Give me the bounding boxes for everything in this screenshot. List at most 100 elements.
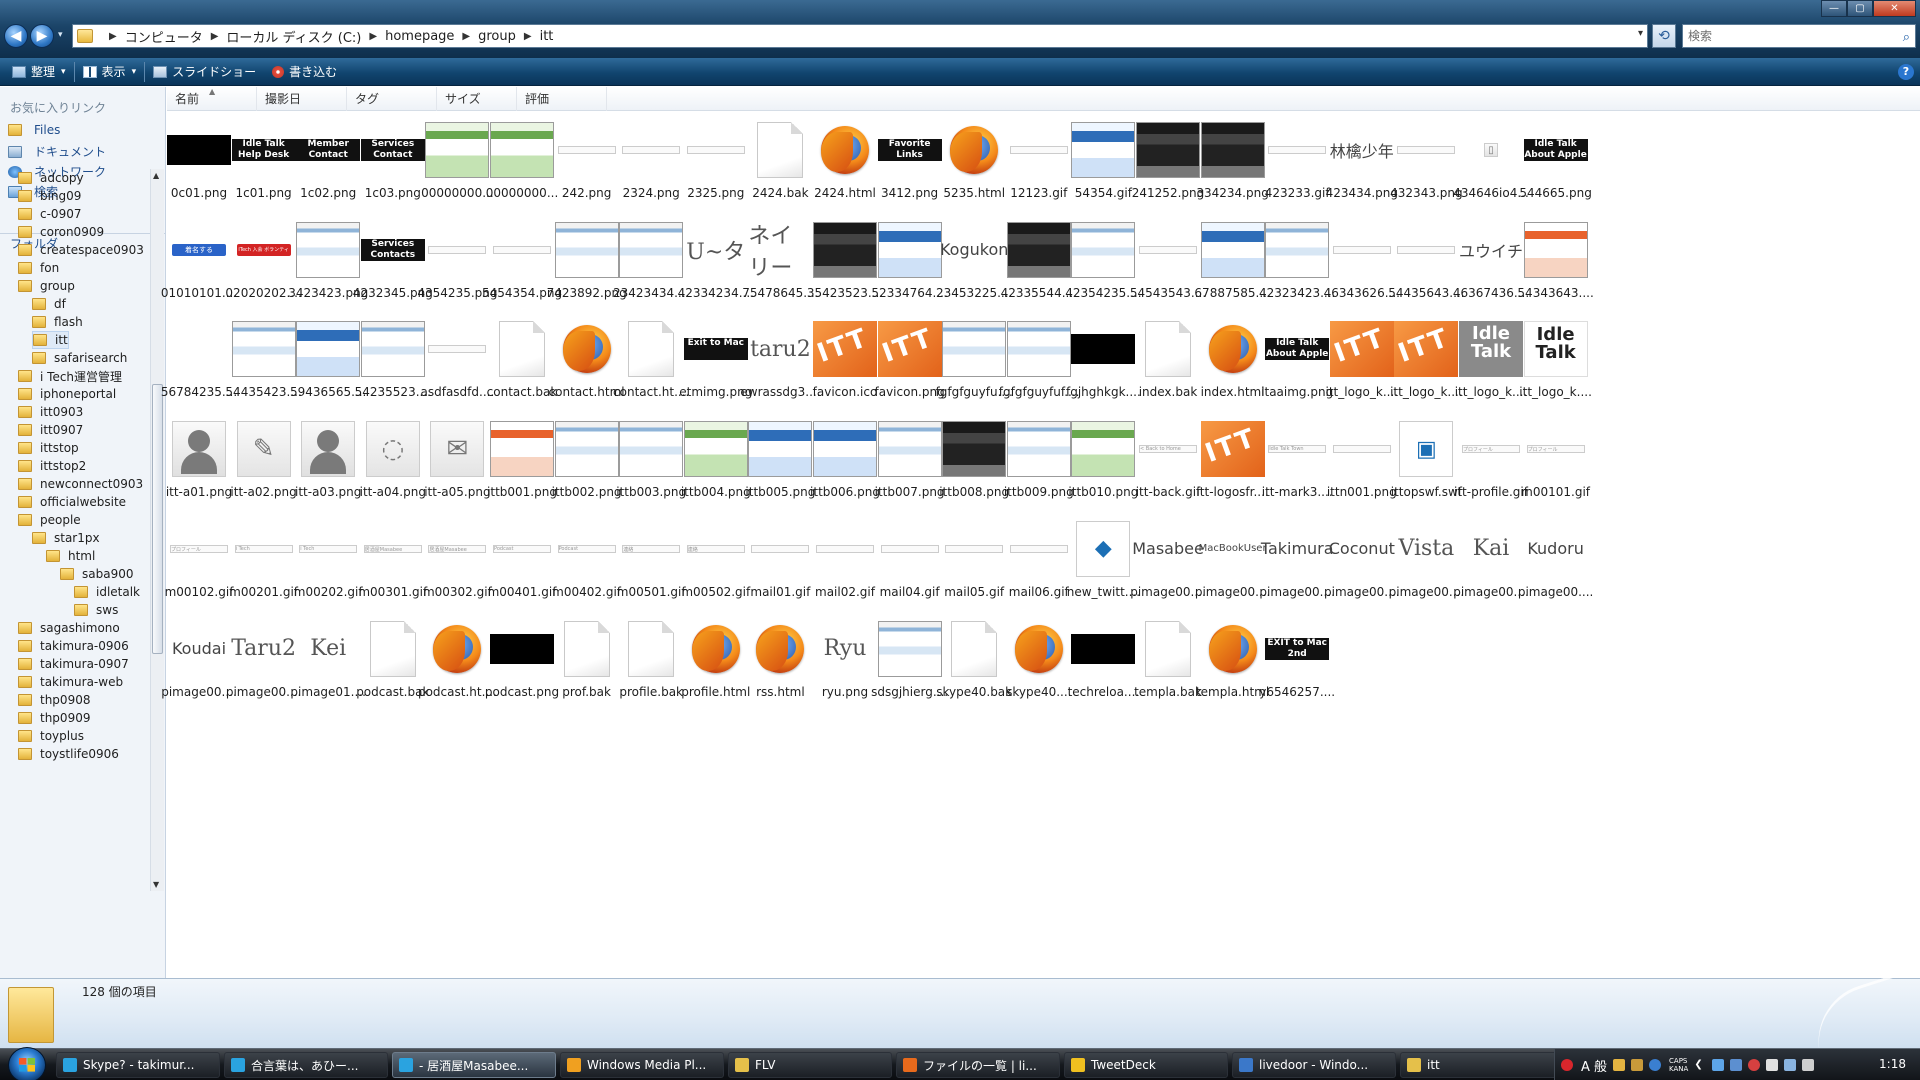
- scroll-down-icon[interactable]: ▼: [153, 880, 159, 889]
- folder-tree-item[interactable]: toyplus: [18, 727, 84, 745]
- chevron-right-icon[interactable]: ▶: [211, 31, 219, 42]
- burn-button[interactable]: 書き込む: [264, 60, 345, 84]
- folder-tree-item[interactable]: newconnect0903: [18, 475, 143, 493]
- image-thumbnail: ✎: [236, 421, 291, 478]
- file-item[interactable]: 54343643....: [1516, 212, 1596, 312]
- search-input[interactable]: 検索 ⌕: [1682, 24, 1916, 48]
- slideshow-button[interactable]: スライドショー: [145, 60, 264, 84]
- volume-icon[interactable]: [1802, 1059, 1815, 1071]
- ime-indicator[interactable]: A 般: [1581, 1056, 1607, 1075]
- antivirus-icon[interactable]: [1748, 1059, 1761, 1071]
- column-header-name[interactable]: 名前 ▲: [167, 87, 257, 111]
- heart-icon[interactable]: [1561, 1059, 1573, 1071]
- folder-tree-item[interactable]: iphoneportal: [18, 385, 116, 403]
- taskbar-button[interactable]: TweetDeck: [1064, 1052, 1228, 1078]
- image-thumbnail: [1009, 146, 1068, 154]
- folder-tree-item[interactable]: group: [18, 277, 75, 295]
- start-button[interactable]: [8, 1047, 46, 1080]
- folder-tree-item[interactable]: coron0909: [18, 223, 104, 241]
- folder-tree-item[interactable]: thp0908: [18, 691, 90, 709]
- taskbar-button[interactable]: itt: [1400, 1052, 1564, 1078]
- maximize-button[interactable]: ▢: [1847, 0, 1873, 17]
- folder-tree-item[interactable]: takimura-0906: [18, 637, 129, 655]
- folder-tree-item[interactable]: star1px: [32, 529, 100, 547]
- views-button[interactable]: 表示 ▾: [75, 60, 145, 84]
- chevron-right-icon[interactable]: ▶: [462, 31, 470, 42]
- folder-tree-item[interactable]: takimura-web: [18, 673, 123, 691]
- folder-tree-item[interactable]: saba900: [60, 565, 133, 583]
- taskbar-button[interactable]: - 居酒屋Masabee...: [392, 1052, 556, 1078]
- folder-tree-item[interactable]: thp0909: [18, 709, 90, 727]
- back-button[interactable]: ◀: [4, 24, 28, 48]
- taskbar-button[interactable]: Skype? - takimur...: [56, 1052, 220, 1078]
- favorite-link-documents[interactable]: ドキュメント: [8, 143, 106, 160]
- tray-arrow-icon[interactable]: ❮: [1694, 1059, 1706, 1071]
- chevron-right-icon[interactable]: ▶: [524, 31, 532, 42]
- folder-tree-item[interactable]: adcopy: [18, 169, 84, 187]
- folder-tree-item[interactable]: createspace0903: [18, 241, 144, 259]
- refresh-button[interactable]: ⟲: [1652, 24, 1676, 48]
- update-icon[interactable]: [1766, 1059, 1779, 1071]
- image-thumbnail: [1139, 245, 1197, 254]
- file-item[interactable]: Idle Talk itt_logo_k....: [1516, 311, 1596, 411]
- organize-button[interactable]: 整理 ▾: [4, 60, 74, 84]
- folder-tree-item[interactable]: people: [18, 511, 81, 529]
- folder-tree-item[interactable]: itt0907: [18, 421, 83, 439]
- breadcrumb-group[interactable]: group: [478, 29, 516, 44]
- help-icon[interactable]: [1649, 1059, 1662, 1071]
- forward-button[interactable]: ▶: [30, 24, 54, 48]
- taskbar-button[interactable]: livedoor - Windo...: [1232, 1052, 1396, 1078]
- close-button[interactable]: ✕: [1873, 0, 1916, 17]
- folder-tree-item[interactable]: toystlife0906: [18, 745, 119, 763]
- taskbar-button[interactable]: FLV: [728, 1052, 892, 1078]
- help-icon[interactable]: ?: [1898, 64, 1914, 80]
- folder-tree-item[interactable]: html: [46, 547, 95, 565]
- folder-tree-item[interactable]: c-0907: [18, 205, 81, 223]
- folder-tree-item[interactable]: ittstop2: [18, 457, 86, 475]
- breadcrumb-homepage[interactable]: homepage: [385, 29, 454, 44]
- folder-tree-item[interactable]: idletalk: [74, 583, 140, 601]
- minimize-button[interactable]: —: [1821, 0, 1847, 17]
- address-field[interactable]: ▶ コンピュータ ▶ ローカル ディスク (C:) ▶ homepage ▶ g…: [72, 24, 1648, 48]
- breadcrumb-itt[interactable]: itt: [540, 29, 554, 44]
- column-header-date-taken[interactable]: 撮影日: [257, 87, 347, 111]
- network-icon[interactable]: [1712, 1059, 1725, 1071]
- taskbar-button[interactable]: Windows Media Pl...: [560, 1052, 724, 1078]
- folder-tree-item[interactable]: flash: [32, 313, 83, 331]
- folder-tree-item[interactable]: takimura-0907: [18, 655, 129, 673]
- taskbar-button[interactable]: 合言葉は、あひー...: [224, 1052, 388, 1078]
- folder-tree-item[interactable]: ittstop: [18, 439, 79, 457]
- recent-pages-dropdown[interactable]: ▾: [58, 30, 68, 44]
- folder-tree-item[interactable]: itt: [32, 331, 69, 349]
- search-icon[interactable]: ⌕: [1903, 27, 1910, 49]
- ime-pad-icon[interactable]: [1613, 1059, 1626, 1071]
- column-header-size[interactable]: サイズ: [437, 87, 517, 111]
- taskbar-button[interactable]: ファイルの一覧 | li...: [896, 1052, 1060, 1078]
- folder-tree-item[interactable]: safarisearch: [32, 349, 127, 367]
- chevron-down-icon[interactable]: ▾: [1638, 28, 1643, 39]
- folder-tree-item[interactable]: sws: [74, 601, 118, 619]
- ime-tools-icon[interactable]: [1631, 1059, 1644, 1071]
- folder-tree-item[interactable]: officialwebsite: [18, 493, 126, 511]
- display-icon[interactable]: [1784, 1059, 1797, 1071]
- file-item[interactable]: プロフィール m00101.gif: [1516, 411, 1596, 511]
- file-item[interactable]: Idle Talk About Apple 544665.png: [1516, 112, 1596, 212]
- image-thumbnail: Kai: [1472, 536, 1510, 562]
- breadcrumb-computer[interactable]: コンピュータ: [125, 27, 203, 46]
- folder-tree-item[interactable]: df: [32, 295, 66, 313]
- chevron-right-icon[interactable]: ▶: [109, 31, 117, 42]
- folder-tree-item[interactable]: bing09: [18, 187, 81, 205]
- folder-tree-item[interactable]: sagashimono: [18, 619, 120, 637]
- column-header-rating[interactable]: 評価: [517, 87, 607, 111]
- folder-tree-item[interactable]: itt0903: [18, 403, 83, 421]
- file-item[interactable]: Kudoru pimage00....: [1516, 511, 1596, 611]
- favorite-link-files[interactable]: Files: [8, 123, 60, 137]
- breadcrumb-local-disk[interactable]: ローカル ディスク (C:): [226, 27, 361, 46]
- folder-tree-item[interactable]: fon: [18, 259, 59, 277]
- security-icon[interactable]: [1730, 1059, 1743, 1071]
- clock[interactable]: 1:18: [1879, 1057, 1906, 1071]
- file-item[interactable]: EXIT to Mac 2nd y6546257....: [1257, 611, 1337, 711]
- folder-tree-item[interactable]: i Tech運営管理: [18, 367, 122, 385]
- chevron-right-icon[interactable]: ▶: [369, 31, 377, 42]
- column-header-tags[interactable]: タグ: [347, 87, 437, 111]
